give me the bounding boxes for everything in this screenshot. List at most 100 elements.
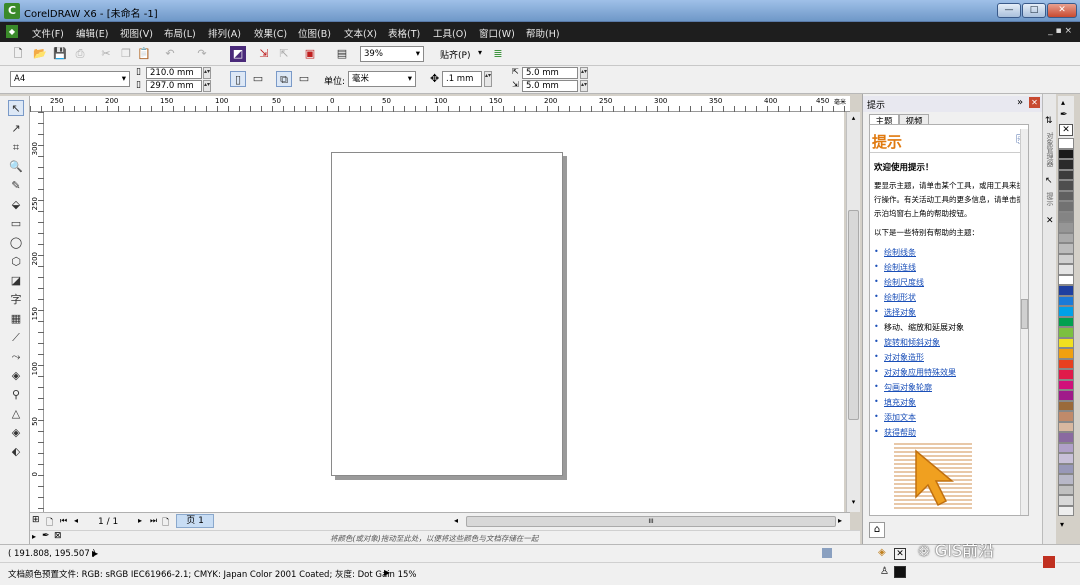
palette-swatch[interactable] bbox=[1058, 201, 1074, 212]
scroll-down-icon[interactable]: ▾ bbox=[848, 498, 859, 508]
status-expand-icon[interactable]: ▶ bbox=[92, 549, 98, 558]
landscape-icon[interactable]: ▭ bbox=[250, 71, 266, 87]
link-get-help[interactable]: 获得帮助 bbox=[884, 427, 916, 438]
redo-icon[interactable]: ↷ bbox=[194, 46, 210, 62]
menu-bitmaps[interactable]: 位图(B) bbox=[298, 26, 331, 40]
duplicate-y-field[interactable]: 5.0 mm bbox=[522, 80, 578, 92]
palette-flyout-icon[interactable]: ✒ bbox=[1060, 110, 1068, 120]
outline-color-swatch[interactable] bbox=[894, 566, 906, 578]
palette-swatch[interactable] bbox=[1058, 400, 1074, 411]
link-move-scale[interactable]: 移动、缩放和延展对象 bbox=[884, 322, 964, 333]
menu-tools[interactable]: 工具(O) bbox=[433, 26, 467, 40]
scroll-up-icon[interactable]: ▴ bbox=[848, 114, 859, 124]
hints-scrollbar[interactable] bbox=[1020, 129, 1028, 515]
palette-swatch[interactable] bbox=[1058, 505, 1074, 516]
palette-swatch[interactable] bbox=[1058, 253, 1074, 264]
a4-page[interactable] bbox=[331, 152, 563, 476]
palette-arrow-icon[interactable]: ▸ bbox=[32, 532, 36, 541]
palette-swatch[interactable] bbox=[1058, 390, 1074, 401]
maximize-button[interactable]: □ bbox=[1022, 3, 1046, 18]
fill-tool-icon[interactable]: ◈ bbox=[8, 425, 24, 441]
link-draw-connectors[interactable]: 绘制连线 bbox=[884, 262, 916, 273]
link-draw-dimensions[interactable]: 绘制尺度线 bbox=[884, 277, 924, 288]
outline-pen-tool-icon[interactable]: △ bbox=[8, 406, 24, 422]
link-shape-objects[interactable]: 对对象造形 bbox=[884, 352, 924, 363]
horizontal-ruler[interactable]: 250 200 150 100 50 0 50 100 150 200 250 … bbox=[30, 96, 850, 112]
palette-swatch[interactable] bbox=[1058, 421, 1074, 432]
palette-swatch[interactable] bbox=[1058, 222, 1074, 233]
undo-icon[interactable]: ↶ bbox=[162, 46, 178, 62]
close-button[interactable]: ✕ bbox=[1047, 3, 1077, 18]
snap-chevron-icon[interactable]: ▾ bbox=[478, 48, 482, 57]
menu-effects[interactable]: 效果(C) bbox=[254, 26, 287, 40]
tab-page-1[interactable]: 页 1 bbox=[176, 514, 214, 528]
add-page-before-icon[interactable]: ⊞ bbox=[32, 515, 40, 525]
snap-to-menu[interactable]: 贴齐(P) bbox=[440, 48, 470, 61]
palette-swatch[interactable] bbox=[1058, 232, 1074, 243]
scroll-thumb[interactable] bbox=[848, 210, 859, 420]
menu-table[interactable]: 表格(T) bbox=[388, 26, 420, 40]
link-rotate-skew[interactable]: 旋转和倾斜对象 bbox=[884, 337, 940, 348]
no-color-icon[interactable]: ⊠ bbox=[54, 531, 62, 541]
notification-icon[interactable] bbox=[1042, 555, 1056, 569]
palette-swatch[interactable] bbox=[1058, 264, 1074, 275]
menu-text[interactable]: 文本(X) bbox=[344, 26, 377, 40]
document-palette[interactable]: ▸ ✒ ⊠ 将颜色(或对象)拖动至此处，以便将这些颜色与文档存储在一起 bbox=[30, 530, 860, 544]
color-profile-expand-icon[interactable]: ▶ bbox=[384, 568, 390, 577]
collapse-icon[interactable]: » bbox=[1017, 97, 1023, 108]
next-page-icon[interactable]: ▸ bbox=[138, 516, 142, 525]
rectangle-tool-icon[interactable]: ▭ bbox=[8, 216, 24, 232]
page-size-select[interactable]: A4 ▾ bbox=[10, 71, 130, 87]
page-height-field[interactable]: 297.0 mm bbox=[146, 80, 202, 92]
polygon-tool-icon[interactable]: ⬡ bbox=[8, 254, 24, 270]
palette-swatch[interactable] bbox=[1058, 316, 1074, 327]
zoom-tool-icon[interactable]: 🔍 bbox=[8, 159, 24, 175]
duplicate-y-spinner[interactable]: ▴▾ bbox=[580, 80, 588, 92]
application-launcher-icon[interactable]: ▣ bbox=[302, 46, 318, 62]
palette-swatch[interactable] bbox=[1058, 159, 1074, 170]
unit-select[interactable]: 毫米 ▾ bbox=[348, 71, 416, 87]
color-profile-info[interactable]: 文档颜色预置文件: RGB: sRGB IEC61966-2.1; CMYK: … bbox=[8, 568, 417, 580]
copy-icon[interactable]: ❐ bbox=[118, 46, 134, 62]
prev-page-icon[interactable]: ◂ bbox=[74, 516, 78, 525]
text-tool-icon[interactable]: 字 bbox=[8, 292, 24, 308]
palette-swatch[interactable] bbox=[1058, 358, 1074, 369]
menu-arrange[interactable]: 排列(A) bbox=[208, 26, 241, 40]
palette-swatch[interactable] bbox=[1058, 432, 1074, 443]
document-window-controls[interactable]: _ ▪ × bbox=[1048, 26, 1072, 36]
print-icon[interactable]: ⎙ bbox=[72, 46, 88, 62]
shape-tool-icon[interactable]: ↗ bbox=[8, 121, 24, 137]
link-draw-lines[interactable]: 绘制线条 bbox=[884, 247, 916, 258]
freehand-tool-icon[interactable]: ✎ bbox=[8, 178, 24, 194]
palette-swatch[interactable] bbox=[1058, 274, 1074, 285]
palette-swatch[interactable] bbox=[1058, 190, 1074, 201]
current-page-icon[interactable]: ▭ bbox=[296, 71, 312, 87]
palette-swatch[interactable] bbox=[1058, 327, 1074, 338]
link-select-objects[interactable]: 选择对象 bbox=[884, 307, 916, 318]
palette-swatch[interactable] bbox=[1058, 411, 1074, 422]
save-icon[interactable]: 💾 bbox=[52, 46, 68, 62]
menu-window[interactable]: 窗口(W) bbox=[479, 26, 515, 40]
palette-swatch[interactable] bbox=[1058, 169, 1074, 180]
palette-scroll-down-icon[interactable]: ▾ bbox=[1060, 520, 1064, 529]
tab-object-manager[interactable]: 对象管理器 bbox=[1045, 132, 1055, 167]
palette-swatch[interactable] bbox=[1058, 243, 1074, 254]
palette-swatch[interactable] bbox=[1058, 495, 1074, 506]
interactive-fill-tool-icon[interactable]: ⬖ bbox=[8, 444, 24, 460]
palette-swatch[interactable] bbox=[1058, 337, 1074, 348]
width-spinner[interactable]: ▴▾ bbox=[203, 67, 211, 79]
page-width-field[interactable]: 210.0 mm bbox=[146, 67, 202, 79]
menu-file[interactable]: 文件(F) bbox=[32, 26, 64, 40]
pick-tool-icon[interactable]: ↖ bbox=[8, 100, 24, 116]
eyedropper-icon[interactable]: ✒ bbox=[42, 531, 50, 541]
palette-swatch[interactable] bbox=[1058, 379, 1074, 390]
outline-indicator-icon[interactable]: ♙ bbox=[880, 566, 889, 577]
height-spinner[interactable]: ▴▾ bbox=[203, 80, 211, 92]
home-icon[interactable]: ⌂ bbox=[869, 522, 885, 538]
connector-tool-icon[interactable]: ⤳ bbox=[8, 349, 24, 365]
cut-icon[interactable]: ✂ bbox=[98, 46, 114, 62]
no-fill-swatch[interactable]: ✕ bbox=[894, 548, 906, 560]
link-outline-objects[interactable]: 勾画对象轮廓 bbox=[884, 382, 932, 393]
zoom-level-select[interactable]: 39% ▾ bbox=[360, 46, 424, 62]
close-tab-icon[interactable]: ✕ bbox=[1046, 216, 1054, 226]
